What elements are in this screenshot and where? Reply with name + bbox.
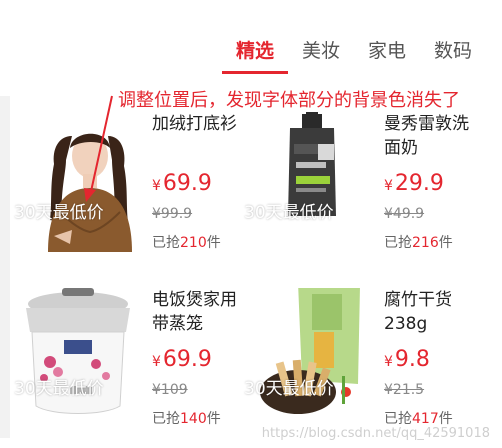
watermark: https://blog.csdn.net/qq_42591018 bbox=[261, 426, 490, 441]
tab-beauty[interactable]: 美妆 bbox=[288, 36, 354, 74]
product-card[interactable]: 腐竹干货238g ¥9.8 ¥21.5 已抢417件 bbox=[242, 288, 482, 448]
original-price: ¥49.9 bbox=[384, 206, 425, 222]
price-value: 29.9 bbox=[394, 171, 444, 196]
product-name[interactable]: 曼秀雷敦洗面奶 bbox=[384, 112, 484, 162]
product-card[interactable]: 电饭煲家用带蒸笼 ¥69.9 ¥109 已抢140件 bbox=[10, 288, 250, 448]
product-info: 加绒打底衫 ¥69.9 ¥99.9 已抢210件 bbox=[152, 112, 252, 252]
currency-symbol: ¥ bbox=[152, 354, 161, 370]
product-info: 腐竹干货238g ¥9.8 ¥21.5 已抢417件 bbox=[384, 288, 484, 428]
sold-count: 已抢216件 bbox=[384, 232, 484, 252]
price-value: 9.8 bbox=[394, 347, 430, 372]
woman-blouse-image bbox=[10, 112, 150, 252]
tab-digital[interactable]: 数码 bbox=[420, 36, 486, 74]
rice-cooker-image bbox=[10, 288, 150, 428]
product-price: ¥69.9 bbox=[152, 348, 252, 374]
sold-suffix: 件 bbox=[438, 235, 453, 251]
product-card[interactable]: 加绒打底衫 ¥69.9 ¥99.9 已抢210件 bbox=[10, 112, 250, 272]
product-price: ¥9.8 bbox=[384, 348, 484, 374]
sold-number: 140 bbox=[180, 411, 207, 427]
product-name[interactable]: 加绒打底衫 bbox=[152, 112, 252, 162]
currency-symbol: ¥ bbox=[152, 178, 161, 194]
face-wash-bottle-image bbox=[242, 112, 382, 252]
sold-prefix: 已抢 bbox=[384, 411, 412, 427]
sold-suffix: 件 bbox=[206, 411, 221, 427]
product-name[interactable]: 腐竹干货238g bbox=[384, 288, 484, 338]
sold-prefix: 已抢 bbox=[384, 235, 412, 251]
sold-count: 已抢417件 bbox=[384, 408, 484, 428]
sold-number: 210 bbox=[180, 235, 207, 251]
sold-count: 已抢210件 bbox=[152, 232, 252, 252]
left-strip bbox=[0, 96, 10, 438]
tab-featured[interactable]: 精选 bbox=[222, 36, 288, 74]
sold-suffix: 件 bbox=[438, 411, 453, 427]
sold-number: 417 bbox=[412, 411, 439, 427]
currency-symbol: ¥ bbox=[384, 354, 393, 370]
currency-symbol: ¥ bbox=[384, 178, 393, 194]
category-tabs: 精选 美妆 家电 数码 bbox=[222, 36, 486, 74]
sold-suffix: 件 bbox=[206, 235, 221, 251]
sold-number: 216 bbox=[412, 235, 439, 251]
product-price: ¥69.9 bbox=[152, 172, 252, 198]
sold-prefix: 已抢 bbox=[152, 411, 180, 427]
sold-count: 已抢140件 bbox=[152, 408, 252, 428]
lowest-price-tag: 30天最低价 bbox=[14, 379, 104, 399]
lowest-price-tag: 30天最低价 bbox=[14, 203, 104, 223]
price-value: 69.9 bbox=[162, 171, 212, 196]
annotation-note: 调整位置后，发现字体部分的背景色消失了 bbox=[118, 90, 460, 111]
product-name[interactable]: 电饭煲家用带蒸笼 bbox=[152, 288, 252, 338]
product-info: 曼秀雷敦洗面奶 ¥29.9 ¥49.9 已抢216件 bbox=[384, 112, 484, 252]
lowest-price-tag: 30天最低价 bbox=[244, 379, 334, 399]
price-value: 69.9 bbox=[162, 347, 212, 372]
lowest-price-tag: 30天最低价 bbox=[244, 203, 334, 223]
product-info: 电饭煲家用带蒸笼 ¥69.9 ¥109 已抢140件 bbox=[152, 288, 252, 428]
original-price: ¥21.5 bbox=[384, 382, 425, 398]
product-price: ¥29.9 bbox=[384, 172, 484, 198]
original-price: ¥109 bbox=[152, 382, 188, 398]
tab-appliances[interactable]: 家电 bbox=[354, 36, 420, 74]
product-card[interactable]: 曼秀雷敦洗面奶 ¥29.9 ¥49.9 已抢216件 bbox=[242, 112, 482, 272]
dried-tofu-skin-image bbox=[242, 288, 382, 428]
original-price: ¥99.9 bbox=[152, 206, 193, 222]
sold-prefix: 已抢 bbox=[152, 235, 180, 251]
